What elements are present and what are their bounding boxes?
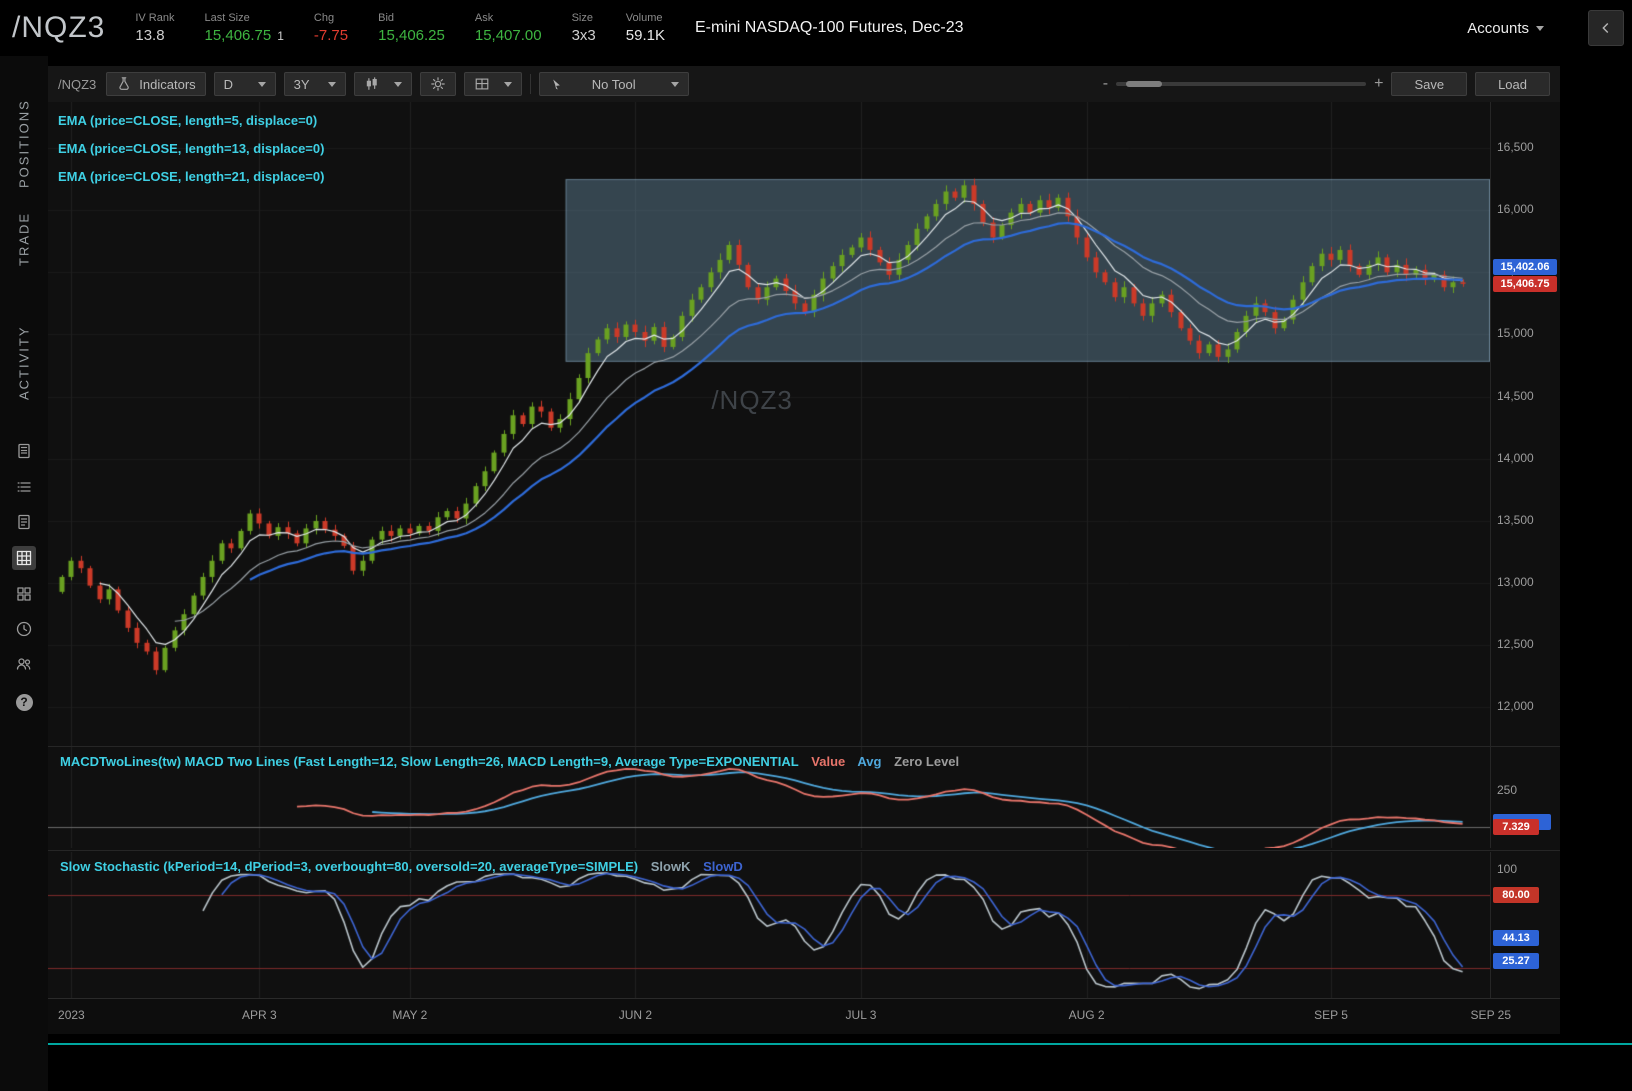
dashboard-icon[interactable]	[12, 582, 36, 606]
stochastic-study-label: Slow Stochastic (kPeriod=14, dPeriod=3, …	[60, 859, 743, 874]
zoom-slider[interactable]	[1116, 81, 1367, 87]
sidebar-tab-positions[interactable]: POSITIONS	[0, 86, 48, 201]
clock-icon[interactable]	[12, 617, 36, 641]
stat-last-size: Last Size 15,406.75 1	[204, 12, 284, 44]
chevron-down-icon	[1536, 26, 1544, 35]
zoom-out-button[interactable]: -	[1103, 75, 1108, 93]
ema-21-label: EMA (price=CLOSE, length=21, displace=0)	[58, 169, 325, 184]
time-axis-label: JUL 3	[845, 1008, 877, 1022]
timeframe-dropdown[interactable]: D	[213, 72, 276, 96]
zoom-in-button[interactable]: +	[1374, 75, 1383, 93]
chart-type-dropdown[interactable]	[353, 72, 412, 96]
stochastic-axis[interactable]: 100 80.00 44.13 25.27	[1490, 852, 1560, 998]
zoom-slider-handle[interactable]	[1126, 81, 1163, 87]
sidebar-tab-trade[interactable]: TRADE	[0, 208, 48, 270]
chart-settings-button[interactable]	[419, 72, 456, 96]
chevron-down-icon	[670, 82, 679, 91]
chevron-down-icon	[503, 82, 512, 91]
stoch-value-badge: 25.27	[1493, 953, 1539, 970]
chevron-down-icon	[393, 82, 402, 91]
time-axis-label: 2023	[58, 1008, 85, 1022]
stoch-value-badge: 44.13	[1493, 930, 1539, 947]
price-axis-label: 16,500	[1497, 140, 1534, 154]
collapse-panel-button[interactable]	[1588, 10, 1624, 46]
price-chart-plot[interactable]: EMA (price=CLOSE, length=5, displace=0) …	[48, 102, 1490, 746]
accounts-dropdown[interactable]: Accounts	[1467, 20, 1544, 37]
left-sidebar: POSITIONS TRADE ACTIVITY ?	[0, 56, 48, 1091]
ema-13-label: EMA (price=CLOSE, length=13, displace=0)	[58, 141, 325, 156]
gear-icon	[430, 77, 445, 91]
chevron-down-icon	[327, 82, 336, 91]
stat-chg: Chg -7.75	[313, 12, 349, 44]
chevron-down-icon	[257, 82, 266, 91]
grid-layout-icon	[475, 78, 489, 90]
time-axis-label: MAY 2	[392, 1008, 428, 1022]
price-axis-label: 13,500	[1497, 512, 1534, 527]
load-button[interactable]: Load	[1475, 72, 1550, 96]
instrument-description: E-mini NASDAQ-100 Futures, Dec-23	[694, 19, 964, 36]
price-axis[interactable]: 16,50016,00015,50015,00014,50014,00013,5…	[1490, 102, 1560, 746]
toolbar-divider	[529, 74, 531, 94]
order-ticket-icon[interactable]	[12, 510, 36, 534]
price-axis-label: 13,000	[1497, 575, 1534, 590]
ema-5-label: EMA (price=CLOSE, length=5, displace=0)	[58, 113, 318, 128]
macd-axis-label: 250	[1497, 782, 1518, 797]
macd-panel[interactable]: MACDTwoLines(tw) MACD Two Lines (Fast Le…	[48, 747, 1490, 848]
chart-toolbar: /NQZ3 Indicators D 3Y No Tool - + Save L…	[48, 66, 1560, 102]
price-axis-label: 12,000	[1497, 699, 1534, 714]
price-axis-label: 15,000	[1497, 326, 1534, 341]
price-chart-canvas[interactable]	[48, 102, 1490, 746]
flask-icon	[119, 77, 130, 90]
time-axis[interactable]: 2023 APR 3 MAY 2 JUN 2 JUL 3 AUG 2 SEP 5 SEP 25	[48, 998, 1560, 1034]
ema-price-badge: 15,402.06	[1493, 258, 1557, 275]
cursor-icon	[552, 79, 560, 89]
macd-study-label: MACDTwoLines(tw) MACD Two Lines (Fast Le…	[60, 754, 960, 769]
price-axis-label: 14,500	[1497, 388, 1534, 403]
time-axis-label: APR 3	[242, 1008, 277, 1022]
toolbar-symbol-label: /NQZ3	[58, 76, 97, 92]
help-icon[interactable]: ?	[12, 690, 36, 714]
macd-value-badge: 7.329	[1493, 818, 1539, 835]
drawing-tool-dropdown[interactable]: No Tool	[538, 72, 689, 96]
price-axis-label: 14,000	[1497, 450, 1534, 465]
ema-study-labels: EMA (price=CLOSE, length=5, displace=0) …	[58, 111, 324, 195]
price-axis-label: 16,000	[1497, 202, 1534, 217]
panel-divider	[48, 850, 1560, 851]
time-axis-label: SEP 25	[1470, 1008, 1512, 1022]
list-icon[interactable]	[12, 475, 36, 499]
indicators-button[interactable]: Indicators	[106, 72, 206, 96]
save-button[interactable]: Save	[1391, 72, 1468, 96]
calculator-icon[interactable]	[12, 439, 36, 463]
people-icon[interactable]	[12, 652, 36, 676]
candlestick-icon	[366, 77, 377, 90]
macd-axis[interactable]: 250 7.329	[1490, 747, 1560, 848]
range-dropdown[interactable]: 3Y	[283, 72, 346, 96]
grid-chart-icon[interactable]	[12, 546, 36, 570]
stat-ask: Ask 15,407.00	[474, 12, 542, 44]
stoch-value-badge: 80.00	[1493, 886, 1539, 903]
time-axis-label: JUN 2	[618, 1008, 653, 1022]
chevron-left-icon	[1602, 23, 1609, 33]
time-axis-label: SEP 5	[1314, 1008, 1348, 1022]
stoch-axis-label: 100	[1497, 862, 1518, 877]
chart-panel: /NQZ3 Indicators D 3Y No Tool - + Save L…	[48, 66, 1560, 1034]
time-axis-label: AUG 2	[1068, 1008, 1105, 1022]
last-price-badge: 15,406.75	[1493, 275, 1557, 292]
price-axis-label: 12,500	[1497, 637, 1534, 652]
bottom-panel-divider	[48, 1043, 1632, 1045]
symbol-watermark: /NQZ3	[711, 385, 793, 416]
stat-volume: Volume 59.1K	[625, 12, 665, 44]
quote-header: /NQZ3 IV Rank 13.8 Last Size 15,406.75 1 …	[0, 0, 1632, 56]
stat-bid: Bid 15,406.25	[378, 12, 445, 44]
symbol-title: /NQZ3	[12, 11, 106, 44]
sidebar-tab-activity[interactable]: ACTIVITY	[0, 318, 48, 408]
stochastic-panel[interactable]: Slow Stochastic (kPeriod=14, dPeriod=3, …	[48, 852, 1490, 998]
grid-layout-dropdown[interactable]	[463, 72, 522, 96]
stat-size: Size 3x3	[571, 12, 596, 44]
stat-iv-rank: IV Rank 13.8	[135, 12, 175, 44]
